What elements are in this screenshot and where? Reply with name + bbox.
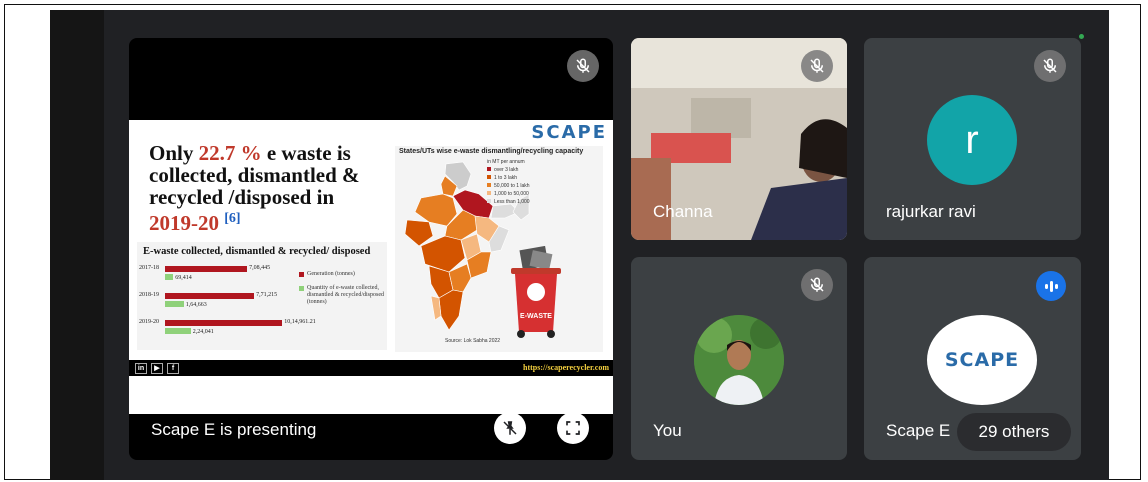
generation-value-label: 7,71,215 bbox=[256, 292, 278, 298]
legend-collected: Quantity of e-waste collected, dismantle… bbox=[307, 285, 384, 305]
mic-off-icon bbox=[1034, 50, 1066, 82]
chart-title: E-waste collected, dismantled & recycled… bbox=[143, 246, 371, 257]
others-count-button[interactable]: 29 others bbox=[957, 413, 1071, 451]
presentation-tile[interactable]: SCAPE Only 22.7 % e waste is collected, … bbox=[129, 38, 613, 460]
participant-tile-channa[interactable]: Channa bbox=[631, 38, 847, 240]
generation-bar bbox=[165, 266, 248, 272]
legend-swatch-collected bbox=[299, 286, 304, 291]
collected-value-label: 2,24,041 bbox=[192, 329, 214, 335]
generation-value-label: 10,14,961.21 bbox=[284, 319, 316, 325]
participant-name-channa: Channa bbox=[653, 202, 713, 221]
legend-generation: Generation (tonnes) bbox=[307, 271, 355, 277]
map-title: States/UTs wise e-waste dismantling/recy… bbox=[399, 148, 584, 155]
presenting-label: Scape E is presenting bbox=[151, 420, 317, 439]
avatar-scape-logo: SCAPE bbox=[927, 315, 1037, 405]
collected-bar bbox=[165, 301, 184, 307]
map-legend-item: Less than 1,000 bbox=[487, 198, 530, 206]
generation-bar bbox=[165, 320, 283, 326]
chart-year-label: 2019-20 bbox=[139, 319, 159, 325]
map-legend-item: 50,000 to 1 lakh bbox=[487, 182, 530, 190]
participant-name-scape-e: Scape E bbox=[886, 421, 951, 440]
participant-tile-you[interactable]: You bbox=[631, 257, 847, 460]
left-panel bbox=[50, 10, 105, 480]
map-unit: in MT per annum bbox=[487, 159, 525, 165]
status-dot bbox=[1079, 34, 1084, 39]
chart-year-label: 2017-18 bbox=[139, 265, 159, 271]
map-legend: in MT per annum over 3 lakh 1 to 3 lakh 50… bbox=[487, 158, 530, 206]
linkedin-icon: in bbox=[135, 363, 147, 374]
mic-off-icon bbox=[801, 50, 833, 82]
map-source: Source: Lok Sabha 2022 bbox=[445, 338, 501, 344]
participant-name-you: You bbox=[653, 421, 682, 440]
unpin-icon bbox=[503, 421, 517, 435]
svg-text:E-WASTE: E-WASTE bbox=[520, 313, 552, 320]
slide-title: Only 22.7 % e waste is collected, disman… bbox=[149, 141, 360, 235]
collected-bar bbox=[165, 274, 174, 280]
participant-tile-rajurkar-ravi[interactable]: r rajurkar ravi bbox=[864, 38, 1081, 240]
ewaste-bin-image: E-WASTE bbox=[511, 246, 561, 338]
mic-off-icon bbox=[801, 269, 833, 301]
chart-year-label: 2018-19 bbox=[139, 292, 159, 298]
collected-value-label: 1,64,663 bbox=[185, 302, 207, 308]
speaking-indicator-icon bbox=[1036, 271, 1066, 301]
map-legend-item: 1 to 3 lakh bbox=[487, 174, 530, 182]
legend-swatch-generation bbox=[299, 272, 304, 277]
collected-value-label: 69,414 bbox=[175, 275, 192, 281]
avatar-photo bbox=[694, 315, 784, 405]
map-legend-item: 1,000 to 50,000 bbox=[487, 190, 530, 198]
scape-logo-text: SCAPE bbox=[944, 349, 1020, 371]
unpin-button[interactable] bbox=[494, 412, 526, 444]
youtube-icon: ▶ bbox=[151, 363, 163, 374]
participant-name-rajurkar-ravi: rajurkar ravi bbox=[886, 202, 976, 221]
fullscreen-icon bbox=[566, 421, 580, 435]
generation-value-label: 7,08,445 bbox=[249, 265, 271, 271]
shared-slide: SCAPE Only 22.7 % e waste is collected, … bbox=[129, 120, 613, 414]
collected-bar bbox=[165, 328, 191, 334]
facebook-icon: f bbox=[167, 363, 179, 374]
fullscreen-button[interactable] bbox=[557, 412, 589, 444]
slide-url: https://scaperecycler.com bbox=[523, 363, 609, 372]
india-map-panel: States/UTs wise e-waste dismantling/recy… bbox=[395, 146, 603, 352]
generation-bar bbox=[165, 293, 255, 299]
mic-off-icon bbox=[567, 50, 599, 82]
slide-brand-logo: SCAPE bbox=[531, 122, 607, 143]
avatar-initial: r bbox=[927, 95, 1017, 185]
ewaste-bar-chart: E-waste collected, dismantled & recycled… bbox=[137, 242, 387, 350]
map-legend-item: over 3 lakh bbox=[487, 166, 530, 174]
